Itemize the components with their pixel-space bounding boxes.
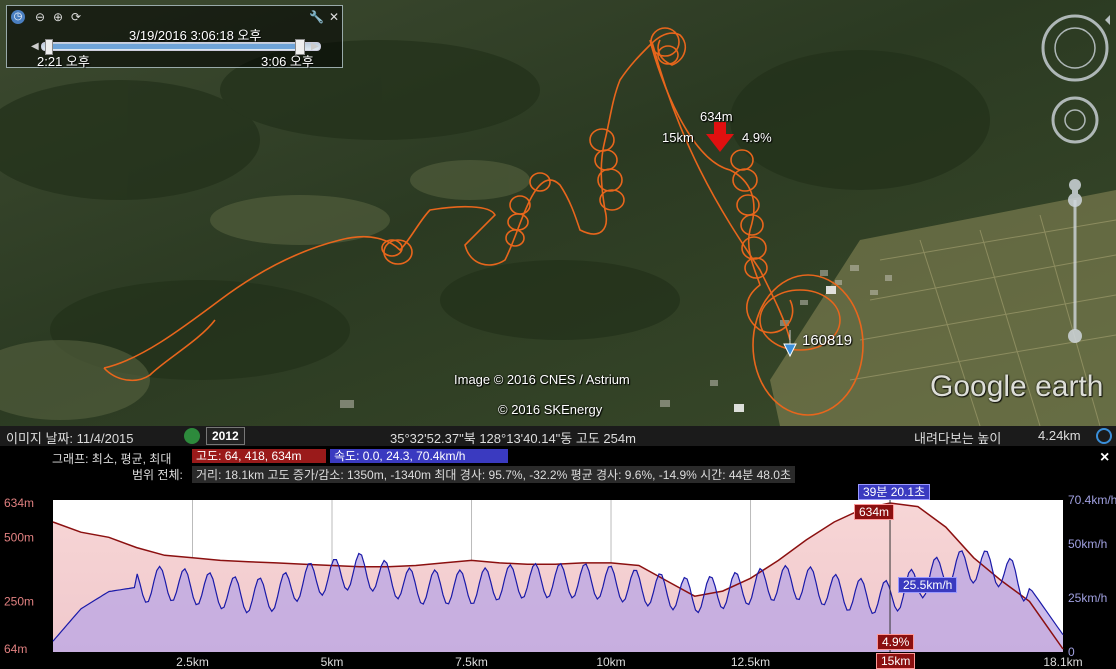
altitude-axis-label: 64m bbox=[4, 642, 27, 656]
zoom-in-icon bbox=[1068, 193, 1082, 207]
elevation-chart[interactable]: 634m500m250m64m 70.4km/h50km/h25km/h0 2.… bbox=[0, 446, 1116, 669]
coordinates: 35°32'52.37"북 128°13'40.14"동 고도 254m bbox=[390, 431, 636, 446]
cursor-grade: 4.9% bbox=[877, 634, 915, 650]
imagery-copyright: Image © 2016 CNES / Astrium bbox=[454, 372, 630, 387]
speed-axis-label: 25km/h bbox=[1068, 591, 1107, 605]
status-bar: 이미지 날짜: 11/4/2015 2012 35°32'52.37"북 128… bbox=[0, 426, 1116, 446]
time-slider-panel: ◷ ⊖ ⊕ ⟳ 🔧 ✕ 3/19/2016 3:06:18 오후 ◀ ▶ 2:2… bbox=[6, 5, 343, 69]
imagery-date: 이미지 날짜: 11/4/2015 bbox=[6, 431, 134, 446]
data-copyright: © 2016 SKEnergy bbox=[498, 402, 603, 417]
x-tick-label: 2.5km bbox=[176, 655, 209, 669]
marker-grade: 4.9% bbox=[742, 130, 772, 145]
speed-axis-label: 50km/h bbox=[1068, 537, 1107, 551]
end-time: 3:06 오후 bbox=[261, 54, 314, 69]
north-icon bbox=[1105, 15, 1110, 25]
x-tick-label: 7.5km bbox=[455, 655, 488, 669]
close-icon[interactable]: ✕ bbox=[327, 10, 341, 24]
playback-icon[interactable]: ⟳ bbox=[69, 10, 83, 24]
time-slider-range bbox=[49, 44, 305, 49]
cursor-altitude: 634m bbox=[854, 504, 895, 520]
cursor-speed: 25.5km/h bbox=[898, 577, 958, 593]
cursor-time: 39분 20.1초 bbox=[858, 484, 931, 500]
zoom-in-time-icon[interactable]: ⊕ bbox=[51, 10, 65, 24]
map-view[interactable]: 634m 15km 4.9% 160819 Image © 2016 CNES … bbox=[0, 0, 1116, 426]
move-joystick bbox=[1051, 96, 1099, 144]
x-tick-label: 10km bbox=[596, 655, 625, 669]
google-earth-logo: Google earth bbox=[930, 370, 1104, 403]
marker-altitude: 634m bbox=[700, 109, 733, 124]
altitude-axis-label: 500m bbox=[4, 530, 34, 544]
temple-icon bbox=[734, 404, 744, 412]
altitude-axis-label: 250m bbox=[4, 594, 34, 608]
zoom-out-icon bbox=[1068, 329, 1082, 343]
cursor-distance: 15km bbox=[876, 653, 916, 669]
x-tick-label: 12.5km bbox=[731, 655, 770, 669]
elevation-profile-panel: 그래프: 최소, 평균, 최대 고도: 64, 418, 634m 속도: 0.… bbox=[0, 446, 1116, 669]
wrench-icon[interactable]: 🔧 bbox=[309, 10, 324, 24]
historical-imagery-icon[interactable] bbox=[184, 428, 200, 444]
marker-distance: 15km bbox=[662, 130, 694, 145]
x-tick-label: 18.1km bbox=[1043, 655, 1082, 669]
temple-icon bbox=[826, 286, 836, 294]
placemark-label[interactable]: 160819 bbox=[802, 332, 852, 349]
navigation-controls[interactable] bbox=[1038, 10, 1110, 350]
clock-icon[interactable]: ◷ bbox=[11, 10, 25, 24]
x-tick-label: 5km bbox=[321, 655, 344, 669]
eye-altitude-value: 4.24km bbox=[1038, 428, 1081, 443]
look-joystick bbox=[1041, 14, 1109, 82]
streaming-icon bbox=[1096, 428, 1112, 444]
start-time: 2:21 오후 bbox=[37, 54, 90, 69]
speed-axis-label: 70.4km/h bbox=[1068, 493, 1116, 507]
altitude-axis-label: 634m bbox=[4, 496, 34, 510]
zoom-out-time-icon[interactable]: ⊖ bbox=[33, 10, 47, 24]
eye-altitude-label: 내려다보는 높이 bbox=[914, 431, 1002, 446]
historical-year[interactable]: 2012 bbox=[206, 427, 245, 445]
